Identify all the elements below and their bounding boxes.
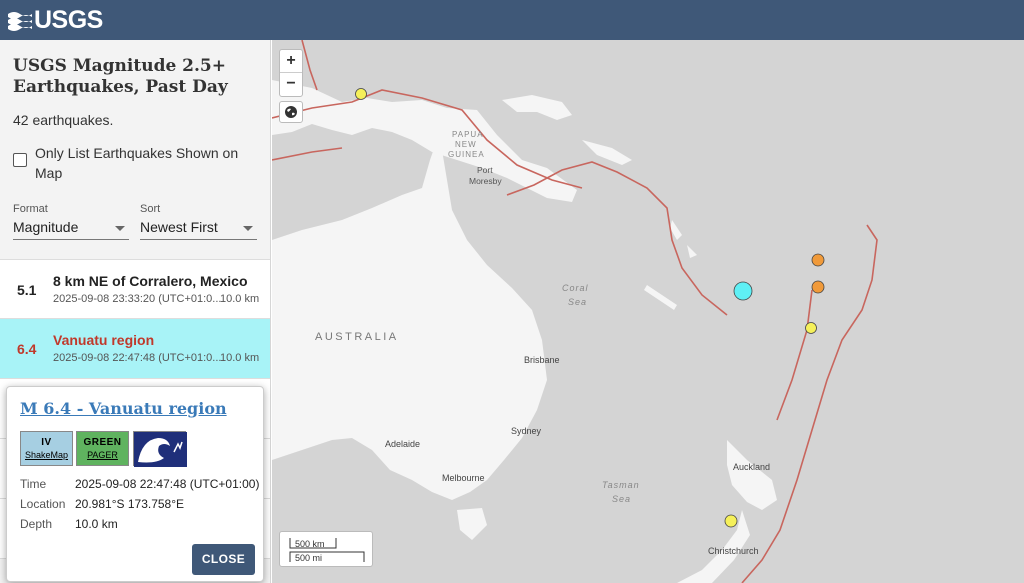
earthquake-marker[interactable] [811, 253, 825, 267]
eq-depth: 10.0 km [220, 293, 260, 305]
usgs-wave-icon [8, 12, 32, 31]
shakemap-level: IV [41, 437, 52, 448]
location-value: 20.981°S 173.758°E [75, 497, 185, 511]
label-sydney: Sydney [511, 426, 542, 436]
zoom-out-button[interactable]: − [280, 73, 302, 96]
shakemap-label: ShakeMap [24, 450, 69, 460]
new-caledonia-landmass [644, 285, 677, 310]
tsunami-badge[interactable] [133, 431, 187, 467]
pager-badge[interactable]: GREEN PAGER [76, 431, 129, 466]
sort-value: Newest First [140, 219, 218, 235]
popup-location-row: Location 20.981°S 173.758°E [20, 497, 184, 511]
time-label: Time [20, 477, 47, 491]
format-select[interactable]: Magnitude [13, 216, 129, 240]
popup-title-link[interactable]: M 6.4 - Vanuatu region [20, 399, 227, 418]
depth-value: 10.0 km [75, 517, 118, 531]
label-tasman-sea: Sea [612, 494, 631, 504]
globe-icon [285, 106, 297, 118]
label-moresby: Moresby [469, 176, 502, 186]
sort-label: Sort [140, 203, 161, 215]
chevron-down-icon [115, 226, 125, 231]
eq-magnitude: 5.1 [17, 282, 37, 298]
only-list-checkbox[interactable] [13, 153, 27, 167]
earthquake-count: 42 earthquakes. [13, 112, 114, 128]
earthquake-marker[interactable] [805, 322, 817, 334]
label-new: NEW [455, 140, 477, 149]
eq-time: 2025-09-08 23:33:20 (UTC+01:0... [53, 293, 222, 305]
format-label: Format [13, 203, 48, 215]
eq-depth: 10.0 km [220, 352, 260, 364]
shakemap-badge[interactable]: IV ShakeMap [20, 431, 73, 466]
earthquake-popup: M 6.4 - Vanuatu region IV ShakeMap GREEN… [6, 386, 264, 582]
tasmania-landmass [457, 508, 487, 540]
label-port: Port [477, 165, 493, 175]
header-bar: USGS [0, 0, 1024, 40]
label-christchurch: Christchurch [708, 546, 759, 556]
earthquake-marker[interactable] [724, 514, 738, 528]
earthquake-list-item[interactable]: 5.1 8 km NE of Corralero, Mexico 2025-09… [0, 259, 270, 319]
scale-mi: 500 mi [295, 553, 323, 563]
close-button[interactable]: CLOSE [192, 544, 255, 575]
globe-button[interactable] [279, 101, 303, 123]
usgs-logo[interactable]: USGS [8, 6, 103, 35]
time-value: 2025-09-08 22:47:48 (UTC+01:00) [75, 477, 260, 491]
earthquake-marker-selected[interactable] [733, 281, 753, 301]
label-melbourne: Melbourne [442, 473, 485, 483]
earthquake-marker[interactable] [811, 280, 825, 294]
label-guinea: GUINEA [448, 150, 485, 159]
map-canvas[interactable]: PAPUA NEW GUINEA Port Moresby Coral Sea … [272, 40, 1024, 583]
zoom-in-button[interactable]: + [280, 50, 302, 73]
pager-label: PAGER [87, 450, 118, 460]
eq-place: Vanuatu region [53, 332, 155, 348]
label-coral-sea: Sea [568, 297, 587, 307]
label-brisbane: Brisbane [524, 355, 560, 365]
eq-time: 2025-09-08 22:47:48 (UTC+01:0... [53, 352, 222, 364]
label-coral: Coral [562, 283, 589, 293]
only-list-label: Only List Earthquakes Shown on Map [35, 145, 239, 181]
logo-text: USGS [34, 5, 103, 34]
eq-magnitude: 6.4 [17, 341, 37, 357]
new-zealand-north-landmass [727, 440, 777, 510]
popup-depth-row: Depth 10.0 km [20, 517, 118, 531]
format-value: Magnitude [13, 219, 79, 235]
label-australia: AUSTRALIA [315, 331, 399, 343]
label-auckland: Auckland [733, 462, 770, 472]
location-label: Location [20, 497, 66, 511]
depth-label: Depth [20, 517, 53, 531]
label-adelaide: Adelaide [385, 439, 420, 449]
label-papua: PAPUA [452, 130, 484, 139]
pager-level: GREEN [83, 437, 122, 448]
tsunami-wave-icon [134, 432, 187, 467]
earthquake-marker[interactable] [355, 88, 367, 100]
popup-time-row: Time 2025-09-08 22:47:48 (UTC+01:00) [20, 477, 259, 491]
only-list-option[interactable]: Only List Earthquakes Shown on Map [13, 143, 253, 183]
scale-bar: 500 km 500 mi [279, 531, 373, 567]
chevron-down-icon [243, 226, 253, 231]
earthquake-list-item-selected[interactable]: 6.4 Vanuatu region 2025-09-08 22:47:48 (… [0, 319, 270, 379]
zoom-control: + − [279, 49, 303, 97]
map-svg: PAPUA NEW GUINEA Port Moresby Coral Sea … [272, 40, 878, 583]
label-tasman: Tasman [602, 480, 640, 490]
scale-km: 500 km [295, 539, 325, 549]
eq-place: 8 km NE of Corralero, Mexico [53, 273, 248, 289]
page-title: USGS Magnitude 2.5+ Earthquakes, Past Da… [13, 56, 228, 97]
sort-select[interactable]: Newest First [140, 216, 257, 240]
